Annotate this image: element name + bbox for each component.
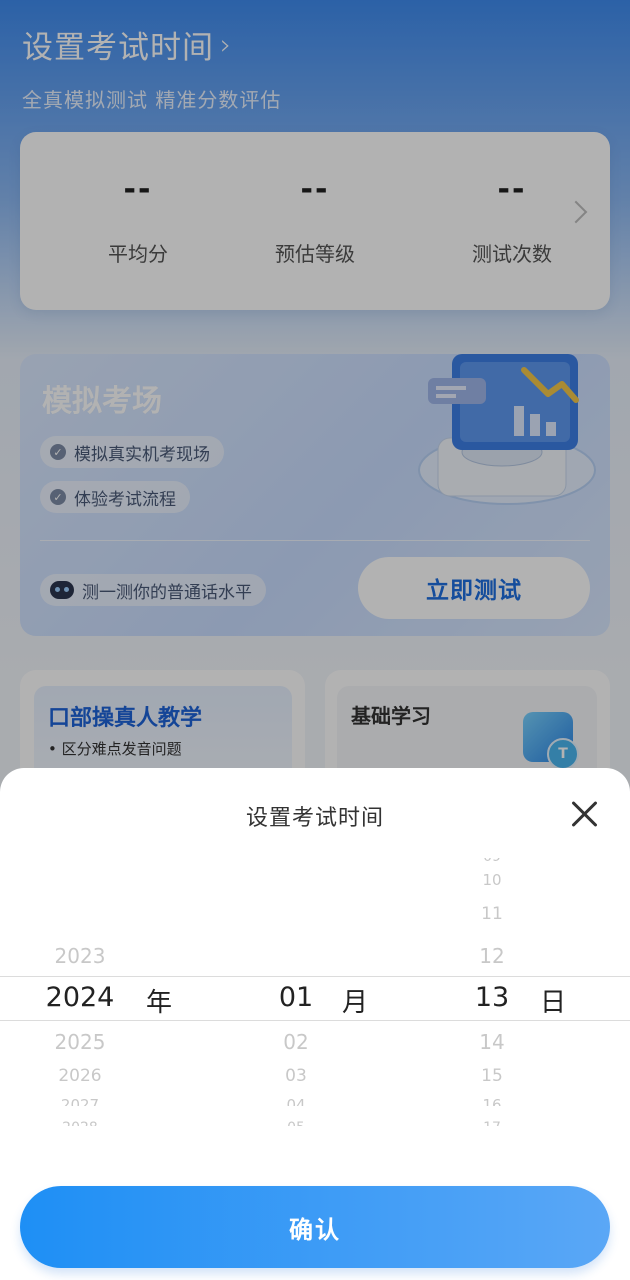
day-unit: 日: [540, 988, 567, 1018]
month-option[interactable]: 05: [216, 1120, 376, 1126]
day-option[interactable]: 16: [412, 1096, 572, 1106]
close-icon[interactable]: [566, 796, 602, 832]
year-option[interactable]: 2027: [0, 1096, 160, 1106]
year-option[interactable]: 2026: [0, 1066, 160, 1086]
date-picker: 2023 2024 2025 2026 2027 2028 年 01 02 03…: [0, 858, 630, 1130]
day-option[interactable]: 09: [412, 858, 572, 864]
month-option[interactable]: 02: [216, 1030, 376, 1054]
confirm-button[interactable]: 确认: [20, 1186, 610, 1268]
month-option[interactable]: 03: [216, 1066, 376, 1086]
year-option[interactable]: 2023: [0, 944, 160, 968]
day-option[interactable]: 15: [412, 1066, 572, 1086]
date-picker-sheet: 设置考试时间 2023 2024 2025 2026 2027 2028 年 0…: [0, 768, 630, 1280]
year-unit: 年: [146, 988, 173, 1018]
day-option[interactable]: 12: [412, 944, 572, 968]
month-unit: 月: [342, 988, 369, 1018]
month-option[interactable]: 04: [216, 1096, 376, 1106]
sheet-title: 设置考试时间: [245, 806, 384, 831]
day-option[interactable]: 10: [412, 874, 572, 886]
day-option[interactable]: 17: [412, 1120, 572, 1126]
day-option[interactable]: 11: [412, 904, 572, 924]
year-option[interactable]: 2025: [0, 1030, 160, 1054]
year-option[interactable]: 2028: [0, 1120, 160, 1126]
day-option[interactable]: 14: [412, 1030, 572, 1054]
year-column[interactable]: 2023 2024 2025 2026 2027 2028: [0, 858, 160, 1130]
year-option-selected[interactable]: 2024: [0, 982, 160, 1013]
